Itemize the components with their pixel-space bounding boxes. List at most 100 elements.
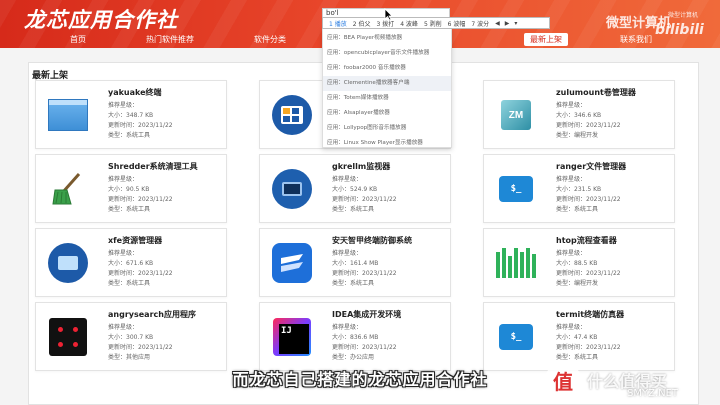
app-category: 系统工具: [350, 206, 375, 213]
app-size: 671.6 KB: [126, 260, 154, 267]
bilibili-logo: bilibili: [655, 22, 704, 38]
rating-label: 推荐星级：: [556, 250, 587, 257]
suggestion-item[interactable]: 应用：BEA Player视频播放器: [323, 31, 451, 46]
size-label: 大小：: [332, 186, 351, 193]
shield-icon: [272, 243, 312, 283]
app-card[interactable]: Shredder系统清理工具 推荐星级： 大小：90.5 KB 更新时间：202…: [35, 154, 227, 223]
size-label: 大小：: [108, 112, 127, 119]
nav-new[interactable]: 最新上架: [524, 33, 568, 46]
ime-candidate[interactable]: 5 剥削: [424, 19, 442, 28]
rating-label: 推荐星级：: [108, 324, 139, 331]
ime-candidate[interactable]: 1 播放: [329, 19, 347, 28]
app-card[interactable]: $_ ranger文件管理器 推荐星级： 大小：231.5 KB 更新时间：20…: [483, 154, 675, 223]
app-category: 系统工具: [574, 354, 599, 361]
category-label: 类型：: [556, 280, 575, 287]
size-label: 大小：: [108, 186, 127, 193]
app-title[interactable]: htop流程查看器: [556, 235, 674, 246]
app-title[interactable]: ranger文件管理器: [556, 161, 674, 172]
size-label: 大小：: [332, 260, 351, 267]
ime-expand-icon[interactable]: ▾: [514, 20, 517, 27]
app-category: 办公应用: [350, 354, 375, 361]
window-icon: [48, 95, 88, 135]
ime-candidate[interactable]: 2 伯父: [353, 19, 371, 28]
app-card[interactable]: angrysearch应用程序 推荐星级： 大小：300.7 KB 更新时间：2…: [35, 302, 227, 371]
app-updated: 2023/11/22: [138, 196, 173, 203]
ime-candidate[interactable]: 7 波分: [471, 19, 489, 28]
app-title[interactable]: angrysearch应用程序: [108, 309, 226, 320]
nav-hot[interactable]: 热门软件推荐: [146, 34, 194, 45]
ime-candidate[interactable]: 4 波峰: [400, 19, 418, 28]
app-card[interactable]: gkrellm监视器 推荐星级： 大小：524.9 KB 更新时间：2023/1…: [259, 154, 451, 223]
category-label: 类型：: [332, 280, 351, 287]
category-label: 类型：: [556, 354, 575, 361]
app-size: 300.7 KB: [126, 334, 154, 341]
app-card[interactable]: 安天智甲终端防御系统 推荐星级： 大小：161.4 MB 更新时间：2023/1…: [259, 228, 451, 297]
app-title[interactable]: 安天智甲终端防御系统: [332, 235, 450, 246]
nav-category[interactable]: 软件分类: [254, 34, 286, 45]
updated-label: 更新时间：: [332, 270, 363, 277]
updated-label: 更新时间：: [556, 270, 587, 277]
size-label: 大小：: [556, 186, 575, 193]
corner-watermark-sub: SMYZ.NET: [627, 388, 679, 399]
watermark-small: 微型计算机: [668, 12, 699, 19]
updated-label: 更新时间：: [556, 196, 587, 203]
updated-label: 更新时间：: [556, 344, 587, 351]
updated-label: 更新时间：: [108, 270, 139, 277]
category-label: 类型：: [108, 280, 127, 287]
app-title[interactable]: Shredder系统清理工具: [108, 161, 226, 172]
updated-label: 更新时间：: [108, 196, 139, 203]
app-card[interactable]: ZM zulumount卷管理器 推荐星级： 大小：346.6 KB 更新时间：…: [483, 80, 675, 149]
nav-contact[interactable]: 联系我们: [620, 34, 652, 45]
app-card[interactable]: xfe资源管理器 推荐星级： 大小：671.6 KB 更新时间：2023/11/…: [35, 228, 227, 297]
suggestion-item[interactable]: 应用：opencubicplayer音乐文件播放器: [323, 46, 451, 61]
suggestion-item[interactable]: 应用：foobar2000 音乐播放器: [323, 61, 451, 76]
ime-arrow-left-icon[interactable]: ◀: [495, 20, 500, 27]
app-title[interactable]: termit终端仿真器: [556, 309, 674, 320]
rating-label: 推荐星级：: [108, 250, 139, 257]
category-label: 类型：: [556, 132, 575, 139]
category-label: 类型：: [108, 132, 127, 139]
suggestion-item[interactable]: 应用：Lollypop图形音乐播放器: [323, 121, 451, 136]
app-card[interactable]: IDEA集成开发环境 推荐星级： 大小：836.6 MB 更新时间：2023/1…: [259, 302, 451, 371]
app-size: 47.4 KB: [574, 334, 598, 341]
app-title[interactable]: IDEA集成开发环境: [332, 309, 450, 320]
app-card[interactable]: yakuake终端 推荐星级： 大小：348.7 KB 更新时间：2023/11…: [35, 80, 227, 149]
updated-label: 更新时间：: [108, 344, 139, 351]
app-updated: 2023/11/22: [586, 196, 621, 203]
suggestion-item-highlighted[interactable]: 应用：Clementine播放器客户端: [323, 76, 451, 91]
app-title[interactable]: xfe资源管理器: [108, 235, 226, 246]
rating-label: 推荐星级：: [556, 102, 587, 109]
app-title[interactable]: zulumount卷管理器: [556, 87, 674, 98]
app-title[interactable]: yakuake终端: [108, 87, 226, 98]
corner-watermark: 值 什么值得买 SMYZ.NET: [545, 362, 678, 399]
size-label: 大小：: [556, 334, 575, 341]
suggestion-item[interactable]: 应用：Alsaplayer播放器: [323, 106, 451, 121]
app-category: 其他应用: [126, 354, 151, 361]
ime-candidate[interactable]: 6 波幅: [448, 19, 466, 28]
site-logo[interactable]: 龙芯应用合作社: [24, 4, 178, 34]
app-card[interactable]: $_ termit终端仿真器 推荐星级： 大小：47.4 KB 更新时间：202…: [483, 302, 675, 371]
size-label: 大小：: [556, 112, 575, 119]
broom-icon: [48, 169, 88, 209]
rating-label: 推荐星级：: [332, 176, 363, 183]
category-label: 类型：: [556, 206, 575, 213]
ime-arrow-right-icon[interactable]: ▶: [505, 20, 510, 27]
app-title[interactable]: gkrellm监视器: [332, 161, 450, 172]
suggestion-item[interactable]: 应用：Linux Show Player显示播放器: [323, 136, 451, 151]
smzdm-logo-icon: 值: [545, 362, 581, 398]
app-size: 161.4 MB: [350, 260, 379, 267]
app-card[interactable]: htop流程查看器 推荐星级： 大小：88.5 KB 更新时间：2023/11/…: [483, 228, 675, 297]
app-icon: [272, 95, 312, 135]
size-label: 大小：: [332, 334, 351, 341]
updated-label: 更新时间：: [556, 122, 587, 129]
size-label: 大小：: [108, 334, 127, 341]
suggestion-item[interactable]: 应用：Totem媒体播放器: [323, 91, 451, 106]
terminal-icon: $_: [496, 317, 536, 357]
app-size: 836.6 MB: [350, 334, 379, 341]
size-label: 大小：: [108, 260, 127, 267]
nav-home[interactable]: 首页: [70, 34, 86, 45]
app-updated: 2023/11/22: [138, 122, 173, 129]
search-suggestions: 应用：BEA Player视频播放器 应用：opencubicplayer音乐文…: [322, 28, 452, 148]
app-category: 编程开发: [574, 280, 599, 287]
app-updated: 2023/11/22: [586, 270, 621, 277]
